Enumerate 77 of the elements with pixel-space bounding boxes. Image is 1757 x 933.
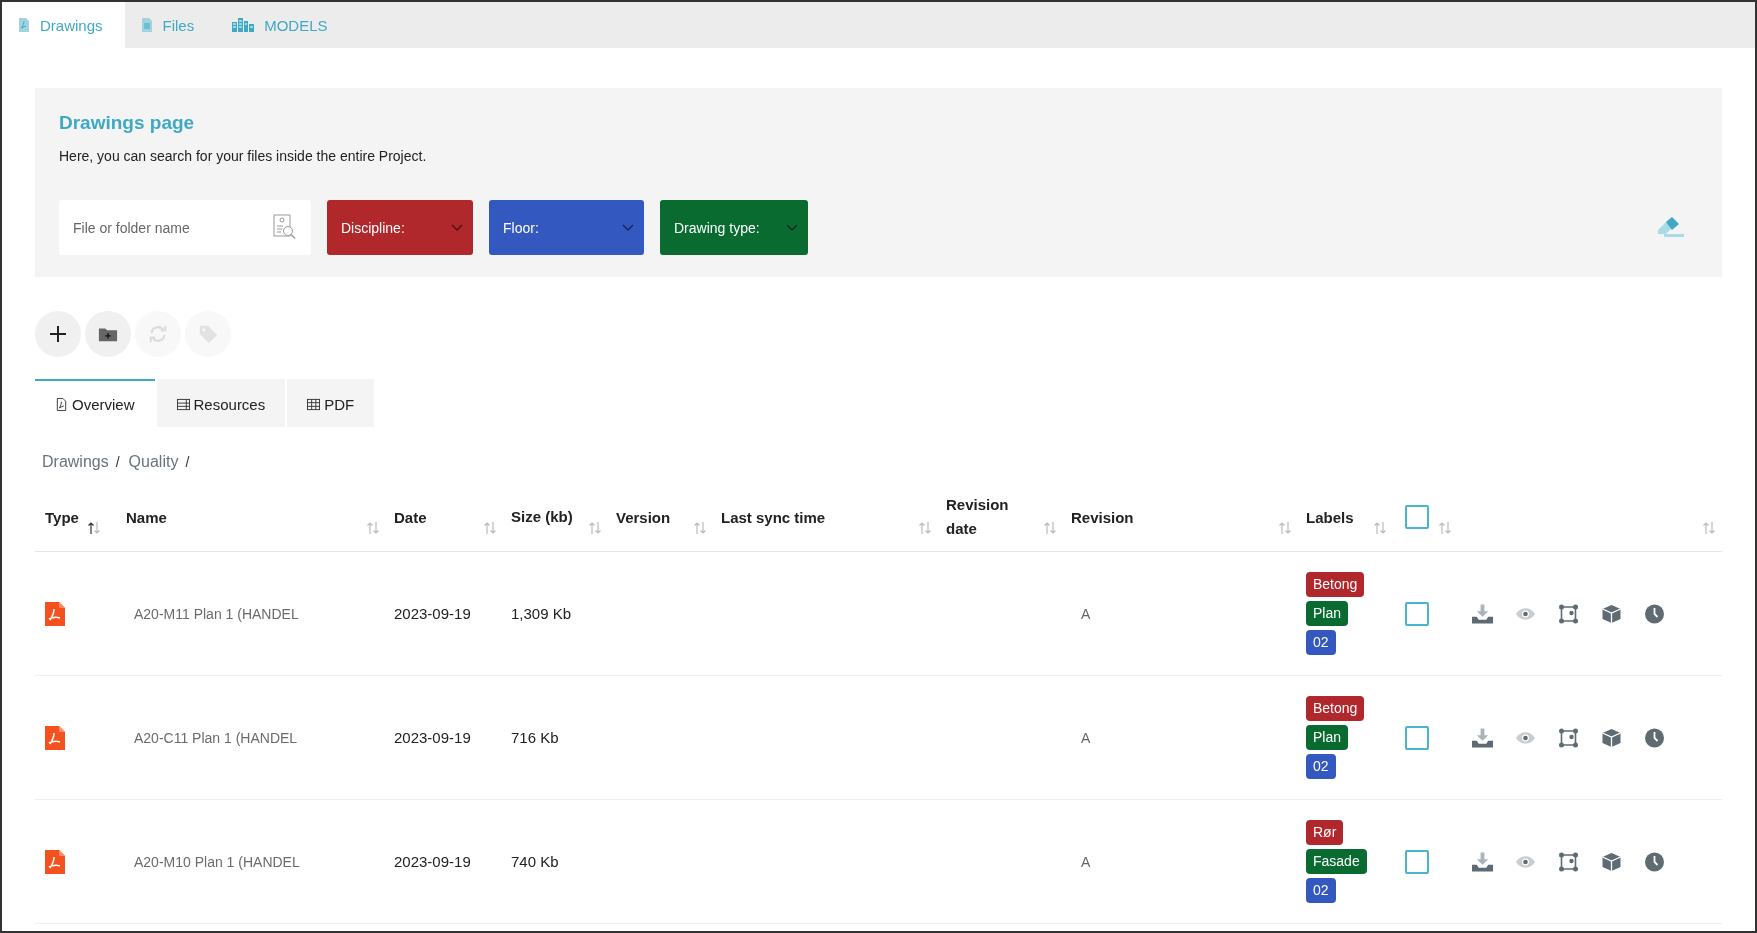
page-title: Drawings page: [59, 112, 196, 134]
file-name[interactable]: A20-M11 Plan 1 (HANDEL: [126, 605, 299, 622]
column-header: Version: [616, 508, 671, 526]
breadcrumb-separator: /: [115, 454, 120, 470]
add-button[interactable]: [35, 311, 81, 357]
list-icon: [176, 397, 190, 411]
file-name[interactable]: A20-C11 Plan 1 (HANDEL: [126, 729, 298, 746]
breadcrumb-separator: /: [185, 454, 190, 470]
column-header: Last sync time: [721, 508, 826, 526]
refresh-icon: [148, 324, 168, 344]
table-cell-text: A: [1080, 853, 1091, 870]
nodes-icon[interactable]: [1558, 603, 1579, 624]
table-icon: [307, 397, 321, 411]
table-cell: 1,309 Kb: [511, 605, 572, 622]
view-tab[interactable]: PDF: [287, 379, 375, 427]
label-tag: Betong: [1306, 696, 1365, 721]
breadcrumb-link[interactable]: Quality: [128, 453, 179, 471]
file-name[interactable]: A20-M10 Plan 1 (HANDEL: [126, 853, 300, 870]
pdf-file-icon: [45, 849, 65, 874]
column-header: Revision: [1071, 508, 1134, 526]
sort-icon[interactable]: [86, 521, 101, 535]
page-description: Here, you can search for your files inside the entire Project.: [59, 148, 428, 164]
label-tag: Fasade: [1306, 849, 1367, 874]
row-checkbox[interactable]: [1405, 601, 1429, 626]
label-tag: 02: [1306, 630, 1336, 655]
download-icon[interactable]: [1472, 851, 1493, 872]
label-tag: Betong: [1306, 572, 1365, 597]
column-header: Size (kb): [511, 507, 574, 527]
pdf-file-icon: [45, 725, 65, 750]
breadcrumb-link[interactable]: Drawings: [42, 453, 109, 471]
chevron-down-icon: [622, 223, 634, 232]
table-cell: 716 Kb: [511, 729, 559, 746]
label-tag: 02: [1306, 754, 1336, 779]
column-header: Revision date: [946, 495, 1010, 539]
filter-dropdown[interactable]: Floor:: [489, 200, 644, 255]
chevron-down-icon: [451, 223, 463, 232]
label-tag: Rør: [1306, 820, 1344, 845]
row-checkbox[interactable]: [1405, 725, 1429, 750]
nodes-icon[interactable]: [1558, 727, 1579, 748]
label-tag: Plan: [1306, 725, 1349, 750]
document-search-icon: [273, 214, 297, 240]
nodes-icon[interactable]: [1558, 851, 1579, 872]
pdf-file-icon: [55, 397, 68, 411]
cube-icon[interactable]: [1601, 603, 1622, 624]
download-icon[interactable]: [1472, 727, 1493, 748]
nav-tab[interactable]: Drawings: [2, 2, 125, 48]
clock-icon[interactable]: [1644, 851, 1665, 872]
download-icon[interactable]: [1472, 603, 1493, 624]
table-cell: 2023-09-19: [394, 605, 471, 622]
table-cell: 2023-09-19: [394, 729, 471, 746]
filter-dropdown[interactable]: Drawing type:: [660, 200, 808, 255]
column-header: Type: [45, 508, 79, 526]
table-cell-text: A: [1080, 729, 1091, 746]
cube-icon[interactable]: [1601, 727, 1622, 748]
table-cell: 2023-09-19: [394, 853, 471, 870]
label-tag: 02: [1306, 878, 1336, 903]
view-tab[interactable]: Resources: [156, 379, 286, 427]
pdf-file-icon: [18, 18, 30, 32]
cube-icon[interactable]: [1601, 851, 1622, 872]
search-field[interactable]: File or folder name: [59, 200, 311, 255]
table-cell-text: A: [1080, 605, 1091, 622]
chevron-down-icon: [786, 223, 798, 232]
clock-icon[interactable]: [1644, 603, 1665, 624]
column-header: Labels: [1306, 508, 1354, 526]
pdf-file-icon: [45, 601, 65, 626]
select-all-checkbox[interactable]: [1405, 505, 1429, 529]
new-folder-button[interactable]: [85, 311, 131, 357]
document-icon: [140, 18, 153, 32]
column-header: Date: [394, 508, 427, 526]
row-checkbox[interactable]: [1405, 849, 1429, 874]
buildings-icon: [232, 18, 255, 32]
column-header: Name: [126, 508, 167, 526]
label-tag: Plan: [1306, 601, 1349, 626]
plus-icon: [48, 324, 68, 344]
clock-icon[interactable]: [1644, 727, 1665, 748]
filter-dropdown[interactable]: Discipline:: [327, 200, 473, 255]
table-cell: 740 Kb: [511, 853, 559, 870]
